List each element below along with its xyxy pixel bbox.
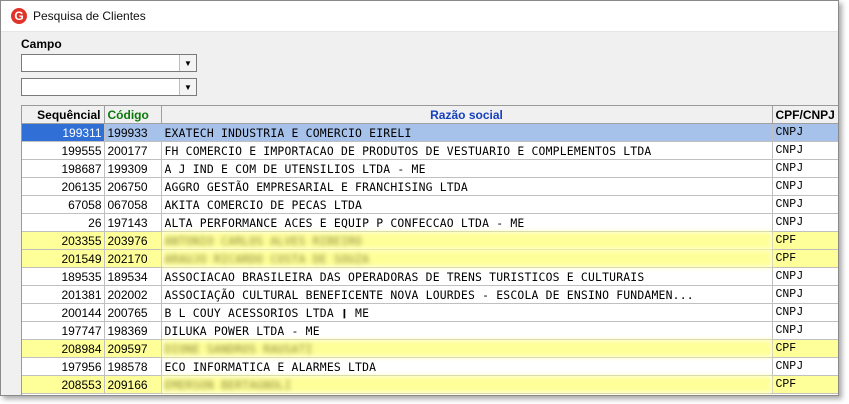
table-row[interactable]: 201381 202002 ASSOCIAÇÃO CULTURAL BENEFICE… [22, 285, 838, 304]
cell-cpf-cnpj: CNPJ [772, 357, 838, 376]
field-label: Campo [21, 37, 62, 51]
cell-razao-social: AGGRO GESTÃO EMPRESARIAL E FRANCHISING L… [161, 177, 773, 196]
cell-cpf-cnpj: CNPJ [772, 123, 838, 142]
cell-sequencial: 199555 [22, 141, 105, 160]
cell-cpf-cnpj: CPF [772, 375, 838, 394]
cell-codigo: 199933 [104, 123, 162, 142]
cell-sequencial: 206135 [22, 177, 105, 196]
cell-cpf-cnpj: CPF [772, 231, 838, 250]
cell-sequencial: 198687 [22, 159, 105, 178]
cell-codigo: 199309 [104, 159, 162, 178]
header-row: Sequêncial Código Razão social CPF/CNPJ [22, 106, 838, 124]
cell-razao-social: ALTA PERFORMANCE ACES E EQUIP P CONFECCA… [161, 213, 773, 232]
cell-razao-social: AKITA COMERCIO DE PECAS LTDA [161, 195, 773, 214]
cell-cpf-cnpj: CPF [772, 249, 838, 268]
cell-sequencial: 201381 [22, 285, 105, 304]
cell-codigo: 209597 [104, 339, 162, 358]
cell-codigo: 206750 [104, 177, 162, 196]
cell-razao-social: DIONE SANDROS RAUSATI [161, 339, 773, 358]
cell-sequencial: 201549 [22, 249, 105, 268]
table-row[interactable]: 198687 199309 A J IND E COM DE UTENSILIOS … [22, 159, 838, 178]
cell-razao-social: FH COMERCIO E IMPORTACAO DE PRODUTOS DE … [161, 141, 773, 160]
cell-cpf-cnpj: CPF [772, 339, 838, 358]
table-row[interactable]: 197956 198578 ECO INFORMATICA E ALARMES LT… [22, 357, 838, 376]
cell-cpf-cnpj: CNPJ [772, 195, 838, 214]
column-header-razao-social[interactable]: Razão social [161, 106, 773, 124]
table-row[interactable]: 199311 199933 EXATECH INDUSTRIA E COMERCI… [22, 123, 838, 142]
clients-table: Sequêncial Código Razão social CPF/CNPJ … [22, 106, 838, 394]
cell-razao-social: ANTONIO CARLOS ALVES RIBEIRO [161, 231, 773, 250]
table-row[interactable]: 67058 067058 AKITA COMERCIO DE PECAS LTDA C… [22, 195, 838, 214]
cell-razao-social: ECO INFORMATICA E ALARMES LTDA [161, 357, 773, 376]
search-clients-window: G Pesquisa de Clientes Campo ▼ ▼ Sequênc… [0, 0, 839, 396]
cell-codigo: 198578 [104, 357, 162, 376]
column-header-cpf-cnpj[interactable]: CPF/CNPJ [772, 106, 838, 124]
table-row[interactable]: 189535 189534 ASSOCIACAO BRASILEIRA DAS OP… [22, 267, 838, 286]
cell-razao-social: ASSOCIAÇÃO CULTURAL BENEFICENTE NOVA LOU… [161, 285, 773, 304]
field-select[interactable]: ▼ [21, 54, 197, 72]
cell-codigo: 189534 [104, 267, 162, 286]
cell-sequencial: 67058 [22, 195, 105, 214]
cell-codigo: 209166 [104, 375, 162, 394]
cell-codigo: 200765 [104, 303, 162, 322]
cell-razao-social: ARAUJO RICARDO COSTA DE SOUZA [161, 249, 773, 268]
app-logo-icon: G [11, 8, 27, 24]
cell-cpf-cnpj: CNPJ [772, 303, 838, 322]
table-body: 199311 199933 EXATECH INDUSTRIA E COMERCI… [22, 123, 838, 394]
cell-cpf-cnpj: CNPJ [772, 141, 838, 160]
cell-sequencial: 26 [22, 213, 105, 232]
cell-codigo: 198369 [104, 321, 162, 340]
column-header-codigo[interactable]: Código [104, 106, 162, 124]
table-row[interactable]: 201549 202170 ARAUJO RICARDO COSTA DE SOUZ… [22, 249, 838, 268]
cell-razao-social: A J IND E COM DE UTENSILIOS LTDA - ME [161, 159, 773, 178]
chevron-down-icon[interactable]: ▼ [179, 79, 196, 95]
cell-sequencial: 203355 [22, 231, 105, 250]
cell-razao-social: ASSOCIACAO BRASILEIRA DAS OPERADORAS DE … [161, 267, 773, 286]
cell-codigo: 202170 [104, 249, 162, 268]
cell-razao-social: B L COUY ACESSORIOS LTDA ❙ ME [161, 303, 773, 322]
table-row[interactable]: 206135 206750 AGGRO GESTÃO EMPRESARIAL E F… [22, 177, 838, 196]
cell-sequencial: 200144 [22, 303, 105, 322]
table-row[interactable]: 200144 200765 B L COUY ACESSORIOS LTDA ❙ M… [22, 303, 838, 322]
cell-cpf-cnpj: CNPJ [772, 177, 838, 196]
chevron-down-icon[interactable]: ▼ [179, 55, 196, 71]
table-row[interactable]: 203355 203976 ANTONIO CARLOS ALVES RIBEIRO… [22, 231, 838, 250]
cell-codigo: 067058 [104, 195, 162, 214]
cell-razao-social: EMERSON BERTAGNOLI [161, 375, 773, 394]
table-row[interactable]: 197747 198369 DILUKA POWER LTDA - ME CNPJ [22, 321, 838, 340]
cell-cpf-cnpj: CNPJ [772, 159, 838, 178]
cell-sequencial: 208553 [22, 375, 105, 394]
cell-codigo: 200177 [104, 141, 162, 160]
window-title: Pesquisa de Clientes [33, 9, 146, 23]
table-row[interactable]: 199555 200177 FH COMERCIO E IMPORTACAO DE… [22, 141, 838, 160]
cell-sequencial: 208984 [22, 339, 105, 358]
title-bar: G Pesquisa de Clientes [1, 1, 838, 32]
cell-cpf-cnpj: CNPJ [772, 267, 838, 286]
cell-sequencial: 189535 [22, 267, 105, 286]
table-row[interactable]: 26 197143 ALTA PERFORMANCE ACES E EQUIP P … [22, 213, 838, 232]
filters-panel: Campo ▼ ▼ [21, 37, 197, 102]
cell-codigo: 197143 [104, 213, 162, 232]
cell-cpf-cnpj: CNPJ [772, 285, 838, 304]
cell-sequencial: 199311 [22, 123, 105, 142]
cell-razao-social: DILUKA POWER LTDA - ME [161, 321, 773, 340]
condition-select[interactable]: ▼ [21, 78, 197, 96]
table-row[interactable]: 208553 209166 EMERSON BERTAGNOLI CPF [22, 375, 838, 394]
cell-codigo: 202002 [104, 285, 162, 304]
clients-grid[interactable]: Sequêncial Código Razão social CPF/CNPJ … [21, 105, 838, 395]
cell-cpf-cnpj: CNPJ [772, 213, 838, 232]
column-header-sequencial[interactable]: Sequêncial [22, 106, 105, 124]
cell-sequencial: 197747 [22, 321, 105, 340]
table-row[interactable]: 208984 209597 DIONE SANDROS RAUSATI CPF [22, 339, 838, 358]
cell-codigo: 203976 [104, 231, 162, 250]
cell-razao-social: EXATECH INDUSTRIA E COMERCIO EIRELI [161, 123, 773, 142]
cell-cpf-cnpj: CNPJ [772, 321, 838, 340]
cell-sequencial: 197956 [22, 357, 105, 376]
